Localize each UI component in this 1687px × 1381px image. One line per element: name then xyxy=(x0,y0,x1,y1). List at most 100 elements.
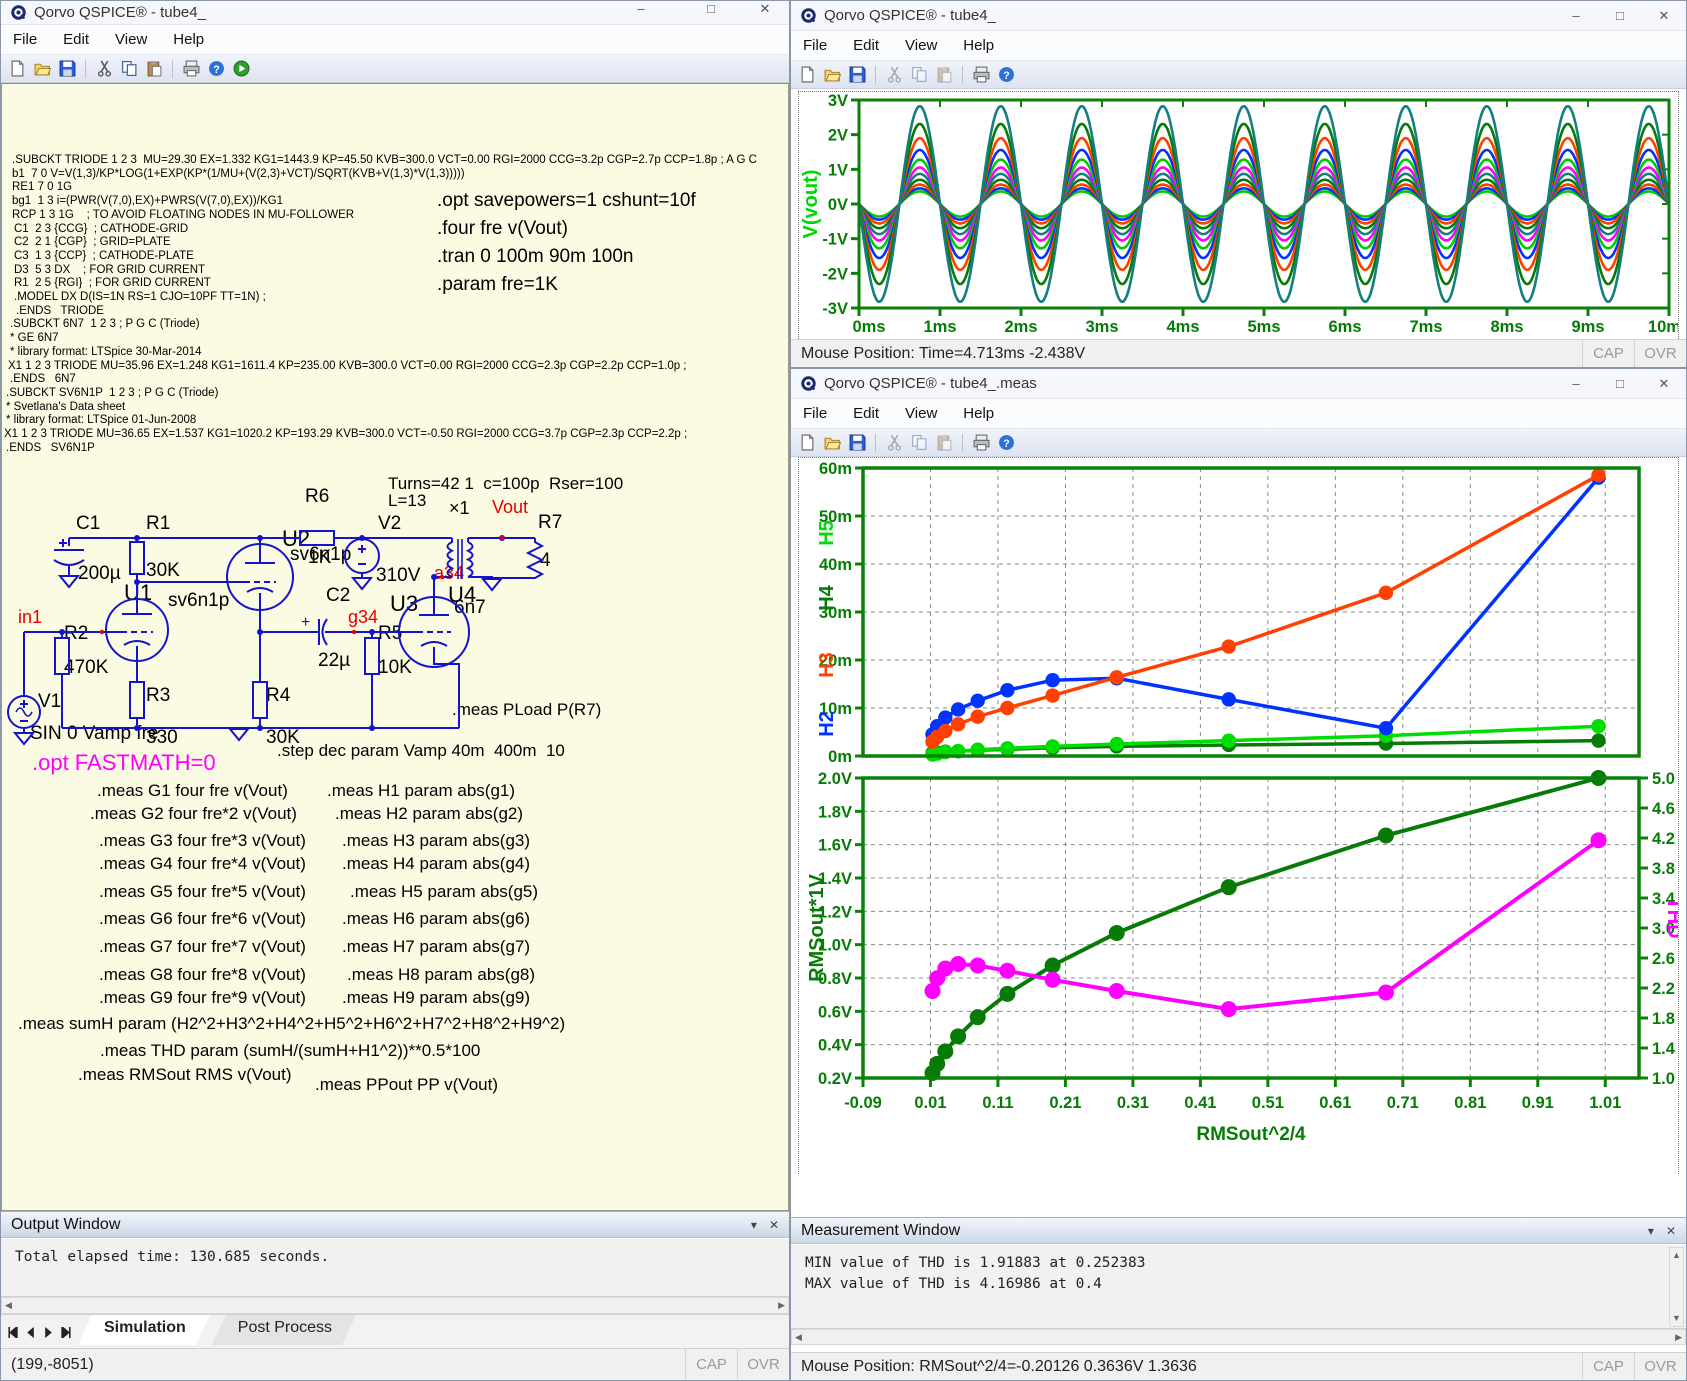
menu-item-file[interactable]: File xyxy=(803,37,827,54)
svg-text:0.61: 0.61 xyxy=(1319,1094,1351,1112)
svg-text:4ms: 4ms xyxy=(1166,318,1199,336)
maximize-button[interactable]: □ xyxy=(1598,1,1642,30)
waveform-plot: 3V2V1V0V-1V-2V-3V0ms1ms2ms3ms4ms5ms6ms7m… xyxy=(799,92,1678,340)
menu-item-help[interactable]: Help xyxy=(173,31,204,48)
horizontal-scrollbar[interactable]: ◀ ▶ xyxy=(791,1329,1686,1345)
scroll-down-icon[interactable]: ▼ xyxy=(1672,1314,1681,1323)
open-file-icon[interactable] xyxy=(822,65,842,85)
first-tab-icon[interactable] xyxy=(7,1327,18,1338)
svg-text:10ms: 10ms xyxy=(1648,318,1678,336)
scroll-left-icon[interactable]: ◀ xyxy=(5,1301,12,1310)
menu-item-file[interactable]: File xyxy=(803,405,827,422)
canvas-text: .meas G5 four fre*5 v(Vout) xyxy=(99,882,306,902)
paste-icon[interactable] xyxy=(934,433,954,453)
maximize-button[interactable]: □ xyxy=(689,0,733,20)
menu-item-view[interactable]: View xyxy=(115,31,147,48)
prev-tab-icon[interactable] xyxy=(25,1327,36,1338)
save-icon[interactable] xyxy=(847,65,867,85)
menubar: File Edit View Help xyxy=(1,25,789,55)
menu-item-help[interactable]: Help xyxy=(963,37,994,54)
last-tab-icon[interactable] xyxy=(61,1327,72,1338)
measurement-panel-header[interactable]: Measurement Window ▾ ✕ xyxy=(791,1217,1686,1244)
output-panel-header[interactable]: Output Window ▾ ✕ xyxy=(1,1211,789,1238)
open-file-icon[interactable] xyxy=(32,59,52,79)
canvas-text: .param fre=1K xyxy=(437,274,558,296)
output-text: Total elapsed time: 130.685 seconds. xyxy=(15,1247,789,1268)
minimize-button[interactable]: – xyxy=(619,0,663,20)
menu-item-edit[interactable]: Edit xyxy=(853,37,879,54)
close-button[interactable]: ✕ xyxy=(1642,369,1686,398)
svg-text:0.71: 0.71 xyxy=(1387,1094,1419,1112)
measurement-panel-body[interactable]: MIN value of THD is 1.91883 at 0.252383M… xyxy=(791,1245,1686,1329)
next-tab-icon[interactable] xyxy=(43,1327,54,1338)
output-panel-title: Output Window xyxy=(11,1216,739,1234)
plot-frame xyxy=(863,778,1639,1078)
scroll-right-icon[interactable]: ▶ xyxy=(1675,1333,1682,1342)
tab-post-process[interactable]: Post Process xyxy=(212,1315,358,1345)
print-icon[interactable] xyxy=(971,65,991,85)
minimize-button[interactable]: – xyxy=(1554,1,1598,30)
save-icon[interactable] xyxy=(57,59,77,79)
panel-dropdown-icon[interactable]: ▾ xyxy=(1648,1224,1654,1238)
print-icon[interactable] xyxy=(971,433,991,453)
titlebar[interactable]: Qorvo QSPICE® - tube4_ – □ ✕ xyxy=(791,1,1686,31)
menu-item-view[interactable]: View xyxy=(905,37,937,54)
svg-text:THD: THD xyxy=(1663,897,1678,938)
canvas-text: .meas sumH param (H2^2+H3^2+H4^2+H5^2+H6… xyxy=(18,1014,565,1034)
canvas-text: .meas THD param (sumH/(sumH+H1^2))**0.5*… xyxy=(100,1041,480,1061)
schematic-canvas[interactable]: .SUBCKT TRIODE 1 2 3 MU=29.30 EX=1.332 K… xyxy=(1,83,789,1211)
copy-icon[interactable] xyxy=(909,433,929,453)
netlist-line: RCP 1 3 1G ; TO AVOID FLOATING NODES IN … xyxy=(12,209,354,223)
netlist-line: C3 1 3 {CCP} ; CATHODE-PLATE xyxy=(14,250,194,264)
close-button[interactable]: ✕ xyxy=(743,0,787,20)
waveform-plot-area[interactable]: 3V2V1V0V-1V-2V-3V0ms1ms2ms3ms4ms5ms6ms7m… xyxy=(798,91,1679,341)
menu-item-view[interactable]: View xyxy=(905,405,937,422)
open-file-icon[interactable] xyxy=(822,433,842,453)
save-icon[interactable] xyxy=(847,433,867,453)
new-file-icon[interactable] xyxy=(7,59,27,79)
cut-icon[interactable] xyxy=(884,65,904,85)
measurement-plot-area[interactable]: 0m10m20m30m40m50m60mH5H4H3H2 2.0V1.8V1.6… xyxy=(798,457,1679,1174)
help-icon[interactable]: ? xyxy=(996,65,1016,85)
copy-icon[interactable] xyxy=(909,65,929,85)
menu-item-edit[interactable]: Edit xyxy=(853,405,879,422)
svg-text:3ms: 3ms xyxy=(1085,318,1118,336)
toolbar: ? xyxy=(1,55,789,83)
panel-dropdown-icon[interactable]: ▾ xyxy=(751,1218,757,1232)
menu-item-file[interactable]: File xyxy=(13,31,37,48)
mouse-position: Mouse Position: RMSout^2/4=-0.20126 0.36… xyxy=(801,1358,1582,1376)
titlebar[interactable]: Qorvo QSPICE® - tube4_.meas – □ ✕ xyxy=(791,369,1686,399)
titlebar[interactable]: Qorvo QSPICE® - tube4_ – □ ✕ xyxy=(1,1,789,25)
menu-item-edit[interactable]: Edit xyxy=(63,31,89,48)
new-file-icon[interactable] xyxy=(797,433,817,453)
scroll-up-icon[interactable]: ▲ xyxy=(1672,1251,1681,1260)
window-title: Qorvo QSPICE® - tube4_ xyxy=(824,7,996,24)
maximize-button[interactable]: □ xyxy=(1598,369,1642,398)
netlist-line: X1 1 2 3 TRIODE MU=35.96 EX=1.248 KG1=16… xyxy=(8,360,687,374)
toolbar-separator xyxy=(875,66,876,84)
run-icon[interactable] xyxy=(231,59,251,79)
minimize-button[interactable]: – xyxy=(1554,369,1598,398)
scroll-left-icon[interactable]: ◀ xyxy=(795,1333,802,1342)
tab-simulation[interactable]: Simulation xyxy=(78,1315,212,1345)
menu-item-help[interactable]: Help xyxy=(963,405,994,422)
horizontal-scrollbar[interactable]: ◀ ▶ xyxy=(1,1297,789,1314)
harmonics-axes: 0m10m20m30m40m50m60mH5H4H3H2 xyxy=(816,460,863,766)
new-file-icon[interactable] xyxy=(797,65,817,85)
cut-icon[interactable] xyxy=(884,433,904,453)
panel-close-icon[interactable]: ✕ xyxy=(769,1218,779,1232)
panel-close-icon[interactable]: ✕ xyxy=(1666,1224,1676,1238)
print-icon[interactable] xyxy=(181,59,201,79)
paste-icon[interactable] xyxy=(144,59,164,79)
close-button[interactable]: ✕ xyxy=(1642,1,1686,30)
scroll-right-icon[interactable]: ▶ xyxy=(778,1301,785,1310)
help-icon[interactable]: ? xyxy=(206,59,226,79)
help-icon[interactable]: ? xyxy=(996,433,1016,453)
copy-icon[interactable] xyxy=(119,59,139,79)
netlist-line: C1 2 3 {CCG} ; CATHODE-GRID xyxy=(14,223,188,237)
cut-icon[interactable] xyxy=(94,59,114,79)
output-panel-body[interactable]: Total elapsed time: 130.685 seconds. xyxy=(1,1239,789,1297)
paste-icon[interactable] xyxy=(934,65,954,85)
rmsthd-axes: 2.0V1.8V1.6V1.4V1.2V1.0V0.8V0.6V0.4V0.2V… xyxy=(806,770,1678,1145)
vertical-scrollbar[interactable]: ▲ ▼ xyxy=(1669,1247,1684,1327)
